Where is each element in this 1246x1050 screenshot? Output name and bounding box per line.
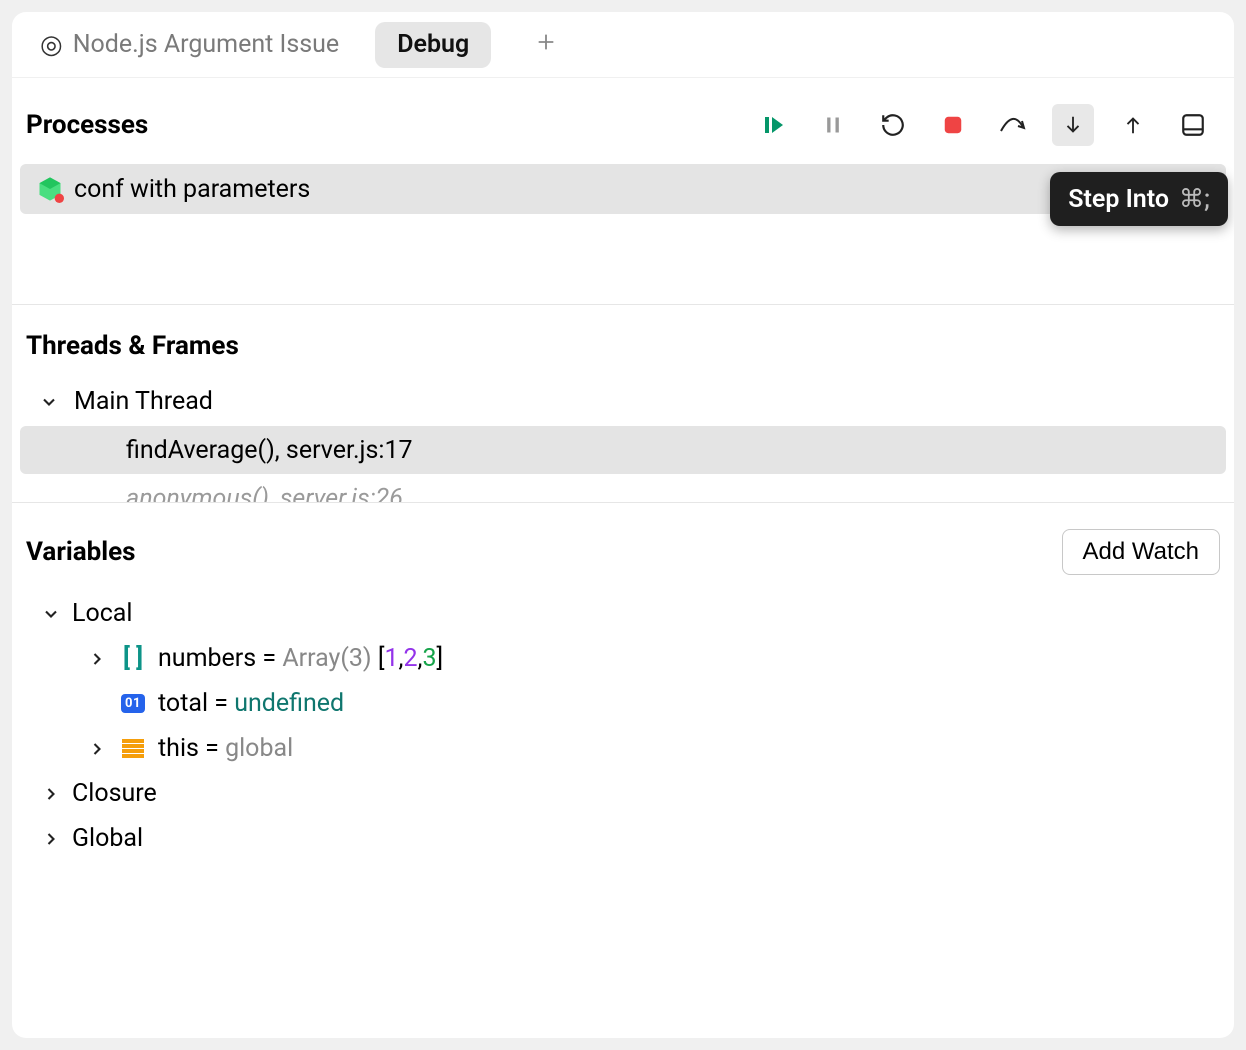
tab-debug[interactable]: Debug (375, 22, 491, 68)
spiral-icon: ◎ (40, 30, 63, 60)
scope-closure[interactable]: Closure (12, 771, 1234, 816)
object-icon (118, 739, 148, 759)
chevron-right-icon (40, 829, 62, 849)
variables-heading: Variables (26, 537, 136, 567)
process-item[interactable]: conf with parameters (20, 164, 1226, 214)
add-watch-button[interactable]: Add Watch (1062, 529, 1221, 575)
thread-label: Main Thread (74, 387, 213, 416)
debug-toolbar (752, 104, 1214, 146)
variables-header: Variables Add Watch (12, 503, 1234, 591)
tabs-bar: ◎ Node.js Argument Issue Debug (12, 12, 1234, 78)
stack-frame[interactable]: anonymous(), server.js:26 (20, 474, 1226, 502)
threads-section: Threads & Frames Main Thread findAverage… (12, 305, 1234, 502)
variable-numbers[interactable]: [ ] numbers = Array(3) [1,2,3] (12, 636, 1234, 681)
scope-local[interactable]: Local (12, 591, 1234, 636)
scope-label: Closure (72, 779, 157, 808)
chevron-down-icon (38, 392, 60, 412)
step-over-button[interactable] (992, 104, 1034, 146)
array-icon: [ ] (118, 644, 148, 673)
scope-global[interactable]: Global (12, 816, 1234, 861)
tooltip-shortcut: ⌘; (1179, 184, 1210, 214)
chevron-right-icon (40, 784, 62, 804)
primitive-icon: 01 (118, 694, 148, 713)
rerun-button[interactable] (872, 104, 914, 146)
stop-button[interactable] (932, 104, 974, 146)
scope-label: Local (72, 599, 133, 628)
tab-label: Node.js Argument Issue (73, 30, 340, 59)
tab-nodejs-issue[interactable]: ◎ Node.js Argument Issue (18, 12, 361, 78)
node-process-icon (36, 175, 64, 203)
chevron-down-icon (40, 604, 62, 624)
process-label: conf with parameters (74, 175, 310, 204)
resume-button[interactable] (752, 104, 794, 146)
variable-total[interactable]: 01 total = undefined (12, 681, 1234, 726)
main-thread-row[interactable]: Main Thread (12, 377, 1234, 426)
variable-this[interactable]: this = global (12, 726, 1234, 771)
chevron-right-icon (86, 739, 108, 759)
stack-frame[interactable]: findAverage(), server.js:17 (20, 426, 1226, 474)
frame-label: findAverage(), server.js:17 (126, 436, 413, 465)
layout-settings-button[interactable] (1172, 104, 1214, 146)
scope-label: Global (72, 824, 143, 853)
step-into-button[interactable] (1052, 104, 1094, 146)
processes-header: Processes (12, 78, 1234, 164)
frames-list: findAverage(), server.js:17 anonymous(),… (12, 426, 1234, 502)
debug-panel: ◎ Node.js Argument Issue Debug Processes (12, 12, 1234, 1038)
chevron-right-icon (86, 649, 108, 669)
frame-label: anonymous(), server.js:26 (126, 484, 403, 503)
variable-expression: total = undefined (158, 689, 344, 718)
tab-label: Debug (397, 30, 469, 59)
variable-expression: numbers = Array(3) [1,2,3] (158, 644, 443, 673)
step-out-button[interactable] (1112, 104, 1154, 146)
tooltip-label: Step Into (1068, 185, 1169, 214)
threads-heading: Threads & Frames (12, 305, 1234, 377)
pause-button[interactable] (812, 104, 854, 146)
step-into-tooltip: Step Into ⌘; (1050, 172, 1228, 226)
add-tab-button[interactable] (535, 30, 557, 60)
variable-expression: this = global (158, 734, 293, 763)
processes-heading: Processes (26, 110, 148, 140)
